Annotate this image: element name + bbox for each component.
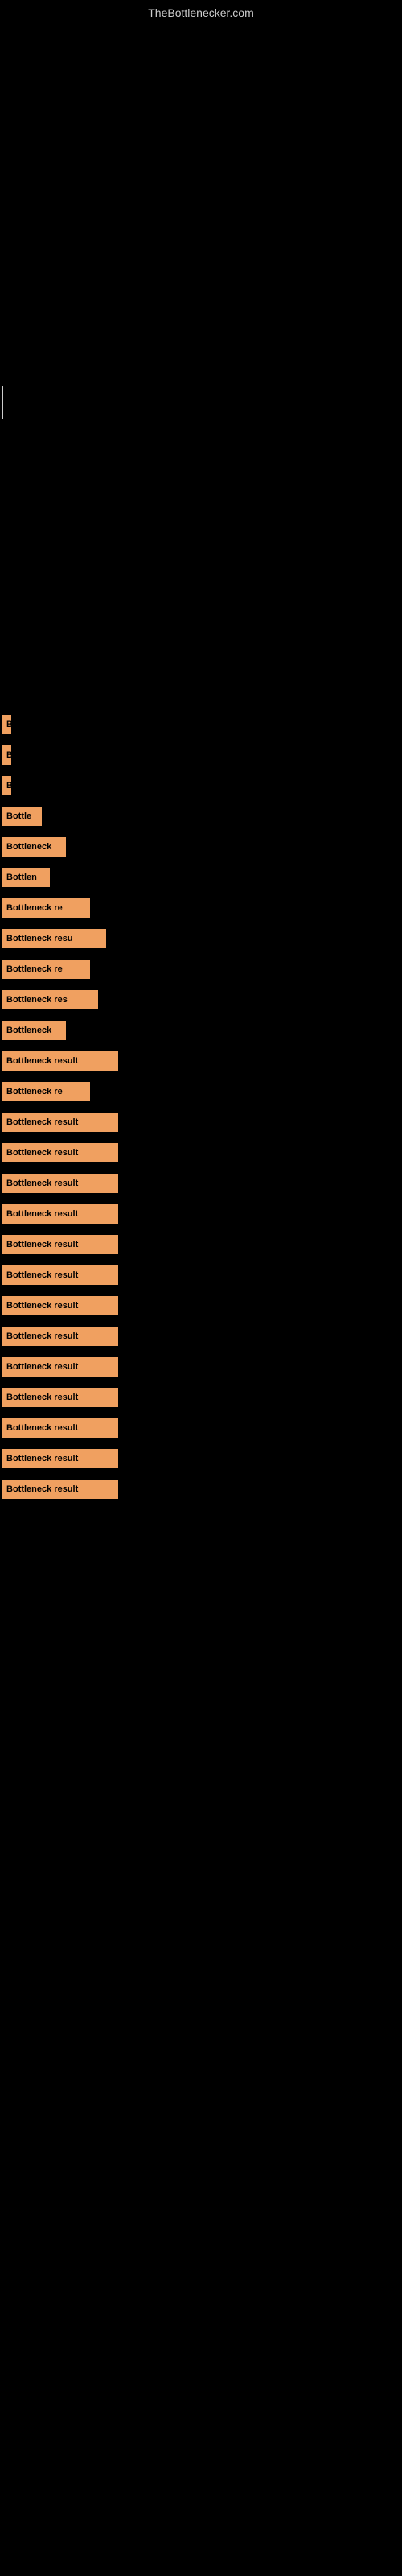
result-bar-13: Bottleneck re <box>2 1082 90 1101</box>
result-bar-19: Bottleneck result <box>2 1265 118 1285</box>
result-row-24: Bottleneck result <box>2 1418 402 1438</box>
result-row-9: Bottleneck re <box>2 960 402 979</box>
result-bar-5: Bottleneck <box>2 837 66 857</box>
result-bar-4: Bottle <box>2 807 42 826</box>
result-row-4: Bottle <box>2 807 402 826</box>
result-row-14: Bottleneck result <box>2 1113 402 1132</box>
vertical-line-indicator <box>2 386 3 419</box>
result-row-3: B <box>2 776 402 795</box>
result-bar-12: Bottleneck result <box>2 1051 118 1071</box>
result-bar-16: Bottleneck result <box>2 1174 118 1193</box>
result-bar-14: Bottleneck result <box>2 1113 118 1132</box>
result-bar-1: B <box>2 715 11 734</box>
result-row-26: Bottleneck result <box>2 1480 402 1499</box>
site-title: TheBottlenecker.com <box>0 0 402 23</box>
result-bar-11: Bottleneck <box>2 1021 66 1040</box>
result-row-2: B <box>2 745 402 765</box>
result-bar-10: Bottleneck res <box>2 990 98 1009</box>
result-bar-2: B <box>2 745 11 765</box>
result-bar-7: Bottleneck re <box>2 898 90 918</box>
result-bar-18: Bottleneck result <box>2 1235 118 1254</box>
result-bar-6: Bottlen <box>2 868 50 887</box>
result-bar-26: Bottleneck result <box>2 1480 118 1499</box>
result-row-8: Bottleneck resu <box>2 929 402 948</box>
result-row-11: Bottleneck <box>2 1021 402 1040</box>
result-bar-8: Bottleneck resu <box>2 929 106 948</box>
result-bar-22: Bottleneck result <box>2 1357 118 1377</box>
result-row-1: B <box>2 715 402 734</box>
result-row-25: Bottleneck result <box>2 1449 402 1468</box>
result-row-16: Bottleneck result <box>2 1174 402 1193</box>
result-row-13: Bottleneck re <box>2 1082 402 1101</box>
result-bar-3: B <box>2 776 11 795</box>
result-bar-15: Bottleneck result <box>2 1143 118 1162</box>
result-bar-23: Bottleneck result <box>2 1388 118 1407</box>
result-bar-17: Bottleneck result <box>2 1204 118 1224</box>
chart-area <box>0 23 402 345</box>
result-row-20: Bottleneck result <box>2 1296 402 1315</box>
result-bar-21: Bottleneck result <box>2 1327 118 1346</box>
result-row-5: Bottleneck <box>2 837 402 857</box>
result-bar-9: Bottleneck re <box>2 960 90 979</box>
result-row-12: Bottleneck result <box>2 1051 402 1071</box>
result-row-21: Bottleneck result <box>2 1327 402 1346</box>
result-row-6: Bottlen <box>2 868 402 887</box>
result-row-15: Bottleneck result <box>2 1143 402 1162</box>
result-row-7: Bottleneck re <box>2 898 402 918</box>
result-row-23: Bottleneck result <box>2 1388 402 1407</box>
result-bar-24: Bottleneck result <box>2 1418 118 1438</box>
result-row-22: Bottleneck result <box>2 1357 402 1377</box>
results-section: BBBBottleBottleneckBottlenBottleneck reB… <box>0 715 402 1499</box>
result-row-19: Bottleneck result <box>2 1265 402 1285</box>
result-row-10: Bottleneck res <box>2 990 402 1009</box>
result-row-17: Bottleneck result <box>2 1204 402 1224</box>
result-row-18: Bottleneck result <box>2 1235 402 1254</box>
result-bar-25: Bottleneck result <box>2 1449 118 1468</box>
result-bar-20: Bottleneck result <box>2 1296 118 1315</box>
